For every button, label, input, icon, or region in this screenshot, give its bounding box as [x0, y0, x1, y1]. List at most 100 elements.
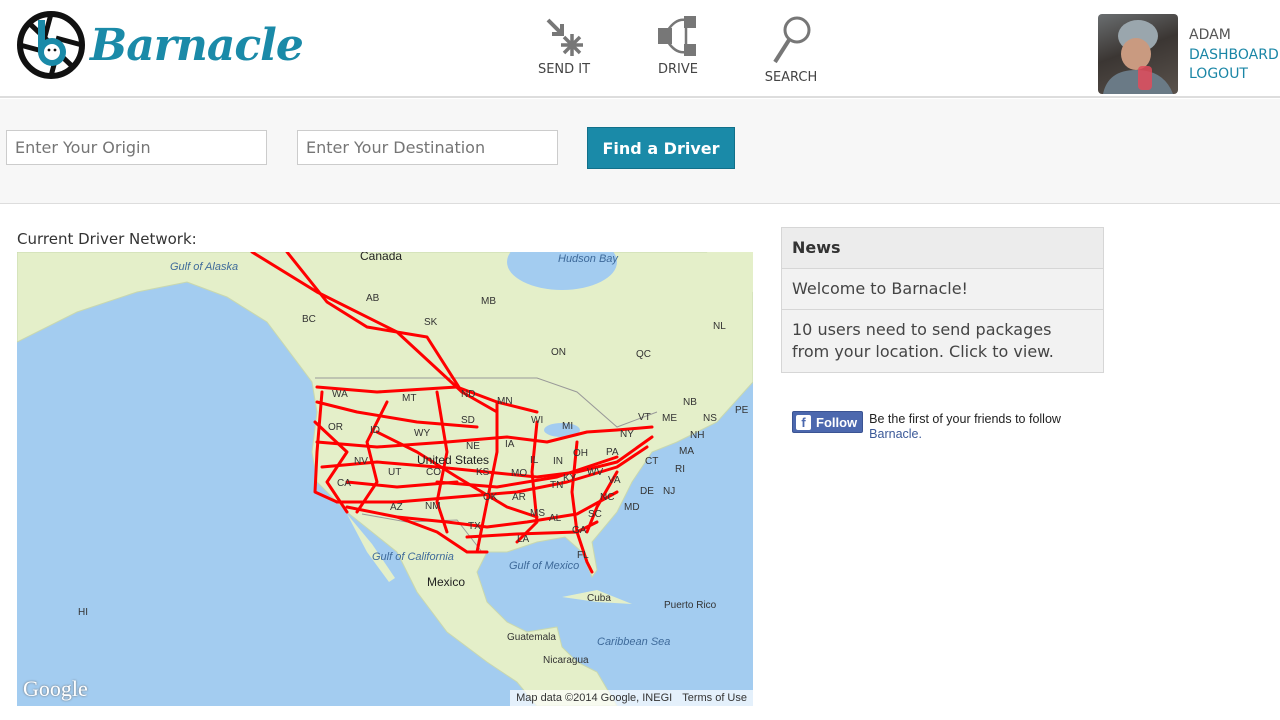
map-label: DE: [640, 486, 654, 497]
logo[interactable]: Barnacle: [16, 10, 304, 80]
map-attribution: Map data ©2014 Google, INEGI Terms of Use: [510, 690, 753, 706]
map-label: United States: [417, 453, 489, 467]
brand-name: Barnacle: [90, 19, 304, 71]
map-label: ON: [551, 347, 566, 358]
header: Barnacle SEND IT DRIVE SEARCH ADAM DASHB…: [0, 0, 1280, 98]
map-label: BC: [302, 314, 316, 325]
map-label: ID: [370, 425, 380, 436]
map-label: NV: [354, 456, 368, 467]
map-label: MI: [562, 421, 573, 432]
news-title: News: [782, 228, 1103, 268]
attribution-text: Map data ©2014 Google, INEGI: [516, 692, 673, 704]
map-label: Guatemala: [507, 632, 556, 643]
map-label: MA: [679, 446, 694, 457]
map-label: NC: [600, 492, 614, 503]
news-panel: News Welcome to Barnacle! 10 users need …: [781, 227, 1104, 373]
follow-label: Follow: [816, 414, 858, 430]
facebook-follow-button[interactable]: f Follow: [792, 411, 864, 433]
barnacle-facebook-link[interactable]: Barnacle.: [869, 427, 922, 441]
map-label: Hudson Bay: [558, 253, 619, 265]
send-it-icon: [546, 18, 583, 56]
map-label: MN: [497, 396, 513, 407]
map-label: PA: [606, 447, 619, 458]
user-photo-icon: [1103, 20, 1173, 94]
map-label: Nicaragua: [543, 655, 589, 666]
map-label: WA: [332, 389, 348, 400]
news-item[interactable]: 10 users need to send packages from your…: [782, 309, 1103, 372]
nav-label: SEND IT: [537, 62, 591, 77]
destination-input[interactable]: [297, 130, 558, 165]
map-label: ND: [461, 389, 475, 400]
map-label: SK: [424, 317, 438, 328]
avatar[interactable]: [1098, 14, 1178, 94]
map-label: IL: [530, 455, 539, 466]
map-label: MS: [530, 508, 545, 519]
map-label: OH: [573, 448, 588, 459]
map-label: Caribbean Sea: [597, 636, 670, 648]
map-label: GA: [572, 525, 587, 536]
find-driver-button[interactable]: Find a Driver: [587, 127, 735, 169]
map-label: NM: [425, 501, 441, 512]
map-label: LA: [517, 534, 530, 545]
map-label: TN: [550, 480, 563, 491]
map-label: Puerto Rico: [664, 600, 717, 611]
map-label: MB: [481, 296, 496, 307]
map-label: AB: [366, 293, 380, 304]
map-label: CA: [337, 478, 351, 489]
map-heading: Current Driver Network:: [17, 230, 197, 248]
facebook-follow: f Follow Be the first of your friends to …: [792, 411, 1061, 442]
map-label: QC: [636, 349, 651, 360]
map-label: NS: [703, 413, 717, 424]
map-label: AZ: [390, 502, 403, 513]
map-label: VT: [638, 412, 651, 423]
map-label: NB: [683, 397, 697, 408]
map-label: MD: [624, 502, 640, 513]
user-name: ADAM: [1189, 27, 1231, 43]
driver-network-map[interactable]: Canada Gulf of Alaska Hudson Bay AB BC SK MB ON…: [17, 252, 753, 706]
map-label: PE: [735, 405, 749, 416]
map-label: MO: [511, 468, 527, 479]
dashboard-link[interactable]: DASHBOARD: [1189, 46, 1279, 66]
map-label: ME: [662, 413, 677, 424]
map-label: NJ: [663, 486, 675, 497]
nav-drive[interactable]: DRIVE: [633, 16, 723, 77]
google-logo: Google: [23, 676, 88, 701]
map-label: KY: [563, 473, 577, 484]
map-label: IA: [505, 439, 515, 450]
map-label: TX: [468, 521, 481, 532]
map-label: SC: [588, 509, 602, 520]
map-label: MT: [402, 393, 416, 404]
facebook-prompt: Be the first of your friends to follow: [869, 412, 1061, 426]
map-label: NH: [690, 430, 704, 441]
map-label: OK: [483, 492, 498, 503]
facebook-icon: f: [796, 414, 811, 430]
logout-link[interactable]: LOGOUT: [1189, 65, 1279, 85]
map-label: Gulf of Alaska: [170, 261, 238, 273]
map-label: Canada: [360, 252, 402, 263]
map-label: NY: [620, 429, 634, 440]
map-label: CT: [645, 456, 658, 467]
map-label: NL: [713, 321, 726, 332]
origin-input[interactable]: [6, 130, 267, 165]
terms-of-use-link[interactable]: Terms of Use: [682, 692, 747, 704]
map-label: UT: [388, 467, 401, 478]
news-item[interactable]: Welcome to Barnacle!: [782, 268, 1103, 309]
map-label: WI: [531, 415, 543, 426]
map-label: Gulf of Mexico: [509, 560, 579, 572]
map-label: OR: [328, 422, 343, 433]
nav-send-it[interactable]: SEND IT: [519, 16, 609, 77]
map-label: AR: [512, 492, 526, 503]
nav-search[interactable]: SEARCH: [746, 16, 836, 85]
search-bar: Find a Driver: [0, 99, 1280, 204]
map-label: HI: [78, 607, 88, 618]
map-label: NE: [466, 441, 480, 452]
map-label: WV: [587, 467, 603, 478]
facebook-text: Be the first of your friends to follow Ba…: [869, 412, 1061, 442]
map-label: CO: [426, 467, 441, 478]
map-label: Mexico: [427, 575, 465, 589]
map-label: KS: [476, 467, 490, 478]
map-label: IN: [553, 456, 563, 467]
barnacle-logo-icon: [17, 11, 85, 79]
map-label: WY: [414, 428, 430, 439]
search-icon: [773, 16, 811, 64]
